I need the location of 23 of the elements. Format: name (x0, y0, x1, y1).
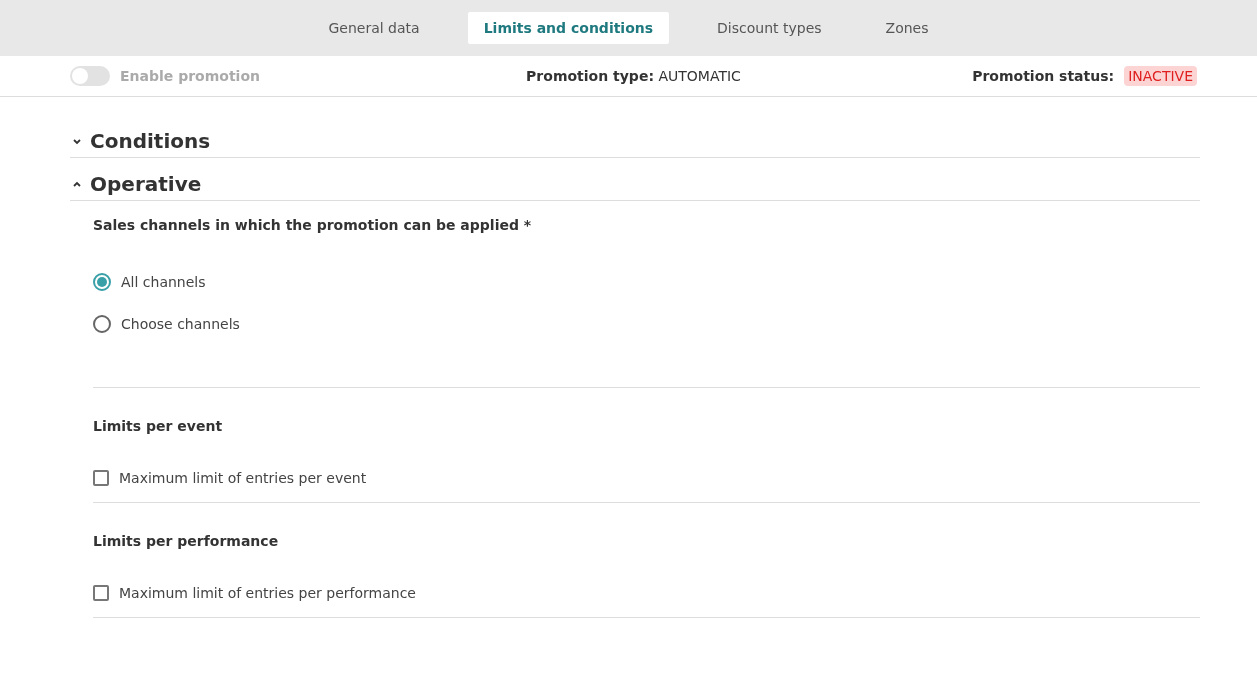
toggle-label: Enable promotion (120, 68, 260, 84)
checkbox-label: Maximum limit of entries per performance (119, 585, 416, 601)
chevron-up-icon (72, 180, 82, 188)
section-header[interactable]: Operative (70, 168, 1200, 201)
tab[interactable]: Discount types (701, 12, 838, 44)
status-label: Promotion status: (972, 68, 1115, 84)
chevron-down-icon (72, 137, 82, 145)
option-label: Choose channels (121, 316, 240, 332)
checkbox[interactable] (93, 585, 109, 601)
checkbox[interactable] (93, 470, 109, 486)
checkbox-label: Maximum limit of entries per event (119, 470, 367, 486)
radio-button[interactable] (93, 273, 111, 291)
promotion-type: Promotion type: AUTOMATIC (526, 68, 741, 84)
tab[interactable]: General data (312, 12, 436, 44)
group-title: Limits per performance (93, 533, 280, 549)
radio-button[interactable] (93, 315, 111, 333)
tab[interactable]: Zones (869, 12, 945, 44)
status-badge: INACTIVE (1124, 66, 1197, 86)
question-label: Sales channels in which the promotion can be applied * (93, 217, 533, 233)
section-header[interactable]: Conditions (70, 125, 1200, 158)
option-label: All channels (121, 274, 206, 290)
tab[interactable]: Limits and conditions (467, 12, 670, 44)
group-title: Limits per event (93, 418, 224, 434)
